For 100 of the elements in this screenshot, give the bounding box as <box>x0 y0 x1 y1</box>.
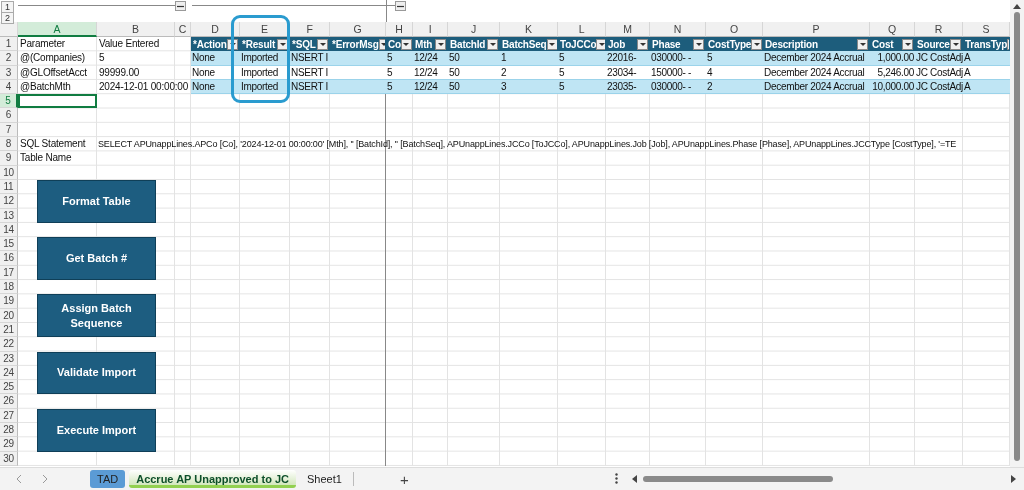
filter-button[interactable] <box>857 38 868 50</box>
more-icon[interactable] <box>615 472 618 486</box>
row-header[interactable]: 15 <box>0 237 18 252</box>
filter-button[interactable] <box>596 38 605 50</box>
dropdown-arrow-icon <box>952 42 959 46</box>
selected-cell[interactable] <box>18 94 97 109</box>
column-header[interactable]: P <box>763 22 870 37</box>
outline-level-button[interactable]: 2 <box>1 12 14 24</box>
column-header[interactable]: Phase <box>650 37 706 52</box>
column-header[interactable]: E <box>240 22 290 37</box>
column-header[interactable]: BatchSeq <box>500 37 558 52</box>
column-header[interactable]: BatchId <box>448 37 500 52</box>
row-header[interactable]: 25 <box>0 380 18 395</box>
filter-button[interactable] <box>317 38 328 50</box>
column-header[interactable]: Job <box>606 37 650 52</box>
dropdown-arrow-icon <box>598 42 605 46</box>
row-header[interactable]: 2 <box>0 51 18 66</box>
row-header[interactable]: 19 <box>0 294 18 309</box>
collapse-button[interactable] <box>395 1 406 11</box>
column-header[interactable]: H <box>386 22 413 37</box>
column-header[interactable]: TransTyp <box>963 37 1010 52</box>
filter-button[interactable] <box>637 38 648 50</box>
column-header[interactable]: *ErrorMsg <box>330 37 386 52</box>
table-cell: December 2024 Accrual <box>763 51 870 66</box>
column-header[interactable]: Cost <box>870 37 915 52</box>
row-header[interactable]: 8 <box>0 137 18 152</box>
row-header[interactable]: 5 <box>0 94 18 109</box>
table-cell-text: 99999.00 <box>98 65 141 80</box>
column-header[interactable]: C <box>175 22 191 37</box>
column-header[interactable]: G <box>330 22 386 37</box>
chevron-right-icon <box>42 474 48 484</box>
macro-button[interactable]: Validate Import <box>37 351 156 395</box>
filter-button[interactable] <box>435 38 446 50</box>
scroll-left-icon[interactable] <box>632 475 637 483</box>
column-header[interactable]: Co <box>386 37 413 52</box>
column-header[interactable]: S <box>963 22 1010 37</box>
column-header[interactable]: Source <box>915 37 963 52</box>
row-header[interactable]: 26 <box>0 394 18 409</box>
dropdown-arrow-icon <box>753 42 760 46</box>
filter-button[interactable] <box>902 38 913 50</box>
column-header[interactable]: B <box>97 22 175 37</box>
filter-button[interactable] <box>546 38 557 50</box>
column-header[interactable]: A <box>18 22 97 37</box>
filter-button[interactable] <box>950 38 961 50</box>
row-header[interactable]: 18 <box>0 280 18 295</box>
macro-button[interactable]: Format Table <box>37 179 156 223</box>
table-cell: 5 <box>386 51 413 66</box>
filter-button[interactable] <box>277 38 288 50</box>
table-cell: None <box>191 51 240 66</box>
row-header[interactable]: 12 <box>0 194 18 209</box>
column-header[interactable]: *Action <box>191 37 240 52</box>
column-header[interactable]: CostType <box>706 37 763 52</box>
dropdown-arrow-icon <box>279 42 286 46</box>
row-header[interactable]: 1 <box>0 37 18 52</box>
table-cell: NSERT I <box>290 51 330 66</box>
column-header[interactable]: Description <box>763 37 870 52</box>
macro-button[interactable]: Execute Import <box>37 408 156 452</box>
filter-button[interactable] <box>227 38 238 50</box>
column-header[interactable]: J <box>448 22 500 37</box>
column-header[interactable]: M <box>606 22 650 37</box>
row-header[interactable]: 28 <box>0 423 18 438</box>
column-header[interactable]: R <box>915 22 963 37</box>
column-header[interactable]: L <box>558 22 606 37</box>
column-header[interactable]: D <box>191 22 240 37</box>
column-header[interactable]: K <box>500 22 558 37</box>
table-cell-text: SQL Statement <box>19 137 87 152</box>
row-header[interactable]: 29 <box>0 437 18 452</box>
vertical-scrollbar[interactable] <box>1010 0 1024 467</box>
column-header[interactable]: O <box>706 22 763 37</box>
row-header[interactable]: 22 <box>0 337 18 352</box>
filter-button[interactable] <box>487 38 498 50</box>
table-cell: 50 <box>448 51 500 66</box>
row-header[interactable]: 9 <box>0 151 18 166</box>
row-header[interactable]: 6 <box>0 108 18 123</box>
table-cell-text: 2024-12-01 00:00:00 <box>98 79 190 94</box>
column-header[interactable]: *Result <box>240 37 290 52</box>
outline-level-button[interactable]: 1 <box>1 1 14 13</box>
column-header[interactable]: I <box>413 22 448 37</box>
column-header[interactable]: Q <box>870 22 915 37</box>
table-cell-text: SELECT APUnappLines.APCo [Co], '2024-12-01 00:00:00' [Mth], '' [BatchId], '' [BatchSeq], APUnappLines.JCCo [ToJCCo], APUnappLines.Job [Job], APUnappLines.Phase [Phase], APUnappLines.JCCType [CostType], '=TE <box>97 138 958 152</box>
column-header[interactable]: *SQL <box>290 37 330 52</box>
column-header[interactable]: ToJCCo <box>558 37 606 52</box>
macro-button[interactable]: Assign Batch Sequence <box>37 294 156 338</box>
column-header[interactable]: Mth <box>413 37 448 52</box>
sheet-tab[interactable]: TAD <box>90 470 126 488</box>
filter-button[interactable] <box>693 38 704 50</box>
column-header[interactable]: N <box>650 22 706 37</box>
add-sheet-button[interactable]: + <box>395 470 413 488</box>
row-header[interactable]: 16 <box>0 251 18 266</box>
filter-button[interactable] <box>751 38 762 50</box>
scroll-right-icon[interactable] <box>1011 475 1016 483</box>
table-cell: 22016- <box>606 51 650 66</box>
dropdown-arrow-icon <box>904 42 911 46</box>
filter-button[interactable] <box>400 38 412 50</box>
sheet-tab[interactable]: Accrue AP Unapproved to JC <box>129 470 296 488</box>
scroll-up-icon[interactable] <box>1013 4 1021 9</box>
column-header[interactable]: F <box>290 22 330 37</box>
macro-button[interactable]: Get Batch # <box>37 237 156 281</box>
sheet-tab[interactable]: Sheet1 <box>300 470 349 488</box>
collapse-button[interactable] <box>175 1 186 11</box>
